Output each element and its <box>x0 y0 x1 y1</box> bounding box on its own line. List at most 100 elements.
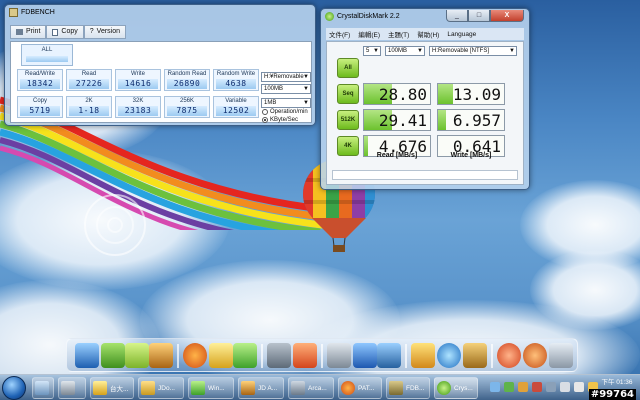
512k-read-value: 29.41 <box>378 111 427 130</box>
firefox-icon[interactable] <box>183 343 207 368</box>
version-button[interactable]: ? Version <box>83 25 127 39</box>
tray-icon[interactable] <box>546 382 556 392</box>
size-value: 100MB <box>388 48 408 54</box>
result-cell-write: Write 14616 <box>115 69 161 91</box>
clock-time: 下午 01:36 <box>601 379 633 386</box>
fox-icon <box>61 381 75 395</box>
fdbench-title-bar[interactable]: FDBENCH <box>9 8 55 17</box>
fdbench-icon <box>389 381 403 395</box>
result-cell-random-write: Random Write 4638 <box>213 69 259 91</box>
seq-write-value: 13.09 <box>452 85 501 104</box>
film-strip-icon[interactable] <box>149 343 173 368</box>
taskbar-item-active[interactable]: Crys... <box>434 377 478 399</box>
checkmark-icon[interactable] <box>411 343 435 368</box>
result-value: 14616 <box>118 79 158 89</box>
cdm-title-bar[interactable]: CrystalDiskMark 2.2 <box>325 12 400 21</box>
c-app-icon[interactable] <box>523 343 547 368</box>
test-size-select[interactable]: 100MB ▼ <box>385 46 425 56</box>
print-button[interactable]: Print <box>10 25 47 39</box>
radio-selected-icon <box>262 117 268 123</box>
seq-read-value: 28.80 <box>378 85 427 104</box>
taskbar-item[interactable]: Win... <box>188 377 234 399</box>
taskbar: 台大... JDo... Win... JD A... Arca... PAT.… <box>0 374 640 400</box>
copy-icon <box>52 28 59 36</box>
result-cell-32k: 32K 23183 <box>115 96 161 118</box>
music-note-icon[interactable] <box>125 343 149 368</box>
tray-icon[interactable] <box>532 382 542 392</box>
4k-button[interactable]: 4K <box>337 136 359 156</box>
taskbar-item-label: JD A... <box>258 384 278 392</box>
fox-icon[interactable] <box>327 343 351 368</box>
menu-help[interactable]: 幫助(H) <box>417 29 439 39</box>
recycle-bin-icon[interactable] <box>549 343 573 368</box>
browser-icon[interactable] <box>497 343 521 368</box>
radio-label: Operation/min <box>270 109 308 115</box>
matlab-icon[interactable] <box>293 343 317 368</box>
app-icon <box>241 381 255 395</box>
result-label: 256K <box>179 98 194 104</box>
seq-write-bar <box>438 84 453 104</box>
drive-select[interactable]: H:¥Removable ▼ <box>261 72 311 82</box>
msn-icon[interactable] <box>233 343 257 368</box>
dock-separator <box>491 344 493 368</box>
minimize-button[interactable]: _ <box>446 10 468 22</box>
size-select[interactable]: 100MB ▼ <box>261 84 311 94</box>
window-caption-buttons: _ □ X <box>446 10 524 22</box>
start-button[interactable] <box>2 376 26 400</box>
taskbar-item[interactable]: FDB... <box>386 377 430 399</box>
taskbar-item[interactable]: PAT... <box>338 377 382 399</box>
menu-theme[interactable]: 主題(T) <box>388 29 409 39</box>
menu-language[interactable]: Language <box>447 31 476 38</box>
result-label: 2K <box>85 98 93 104</box>
lightning-icon[interactable] <box>437 343 461 368</box>
result-label: Random Write <box>216 71 256 77</box>
maximize-button[interactable]: □ <box>468 10 490 22</box>
show-desktop-button[interactable] <box>32 377 54 399</box>
taskbar-item[interactable]: 台大... <box>90 377 134 399</box>
radio-kbyte-sec[interactable]: KByte/Sec <box>262 117 298 123</box>
pencil-icon[interactable] <box>463 343 487 368</box>
notebook-icon[interactable] <box>101 343 125 368</box>
m-app-icon[interactable] <box>267 343 291 368</box>
block-size-select[interactable]: 1MB ▼ <box>261 98 311 108</box>
tray-icon[interactable] <box>518 382 528 392</box>
fdbench-results-panel: ALL Read/Write 18342 Read 27226 Write 14… <box>10 41 312 123</box>
taskbar-item[interactable]: Arca... <box>288 377 334 399</box>
result-value: 27226 <box>69 79 109 89</box>
menu-file[interactable]: 文件(F) <box>329 29 350 39</box>
read-column-header: Read [MB/s] <box>376 152 418 159</box>
tray-icon[interactable] <box>504 382 514 392</box>
taskbar-item[interactable]: JDo... <box>138 377 184 399</box>
tray-icon[interactable] <box>490 382 500 392</box>
clock[interactable]: 下午 01:36 <box>600 379 634 387</box>
crystaldiskmark-window: CrystalDiskMark 2.2 _ □ X 文件(F) 編輯(E) 主題… <box>320 8 530 190</box>
volume-icon[interactable] <box>560 382 570 392</box>
chevron-down-icon: ▼ <box>509 48 515 54</box>
d-app-icon[interactable] <box>353 343 377 368</box>
512k-button[interactable]: 512K <box>337 110 359 130</box>
menu-edit[interactable]: 編輯(E) <box>358 29 380 39</box>
radio-operation-min[interactable]: Operation/min <box>262 109 308 115</box>
fdbench-all-button[interactable]: ALL <box>21 44 73 66</box>
block-select-value: 1MB <box>264 100 277 106</box>
window-title: CrystalDiskMark 2.2 <box>337 13 400 20</box>
drive-select[interactable]: H:Removable [NTFS] ▼ <box>429 46 517 56</box>
close-button[interactable]: X <box>490 10 524 22</box>
network-icon[interactable] <box>574 382 584 392</box>
all-button[interactable]: All <box>337 58 359 78</box>
remote-desktop-icon[interactable] <box>377 343 401 368</box>
runs-select[interactable]: 5 ▼ <box>363 46 381 56</box>
taskbar-item[interactable]: JD A... <box>238 377 284 399</box>
copy-button[interactable]: Copy <box>46 25 84 39</box>
seq-button[interactable]: Seq <box>337 84 359 104</box>
chevron-down-icon: ▼ <box>303 86 309 92</box>
chevron-down-icon: ▼ <box>303 100 309 106</box>
quicklaunch-fox[interactable] <box>58 377 86 399</box>
swirl-decoration <box>84 194 146 256</box>
result-label: Copy <box>32 98 47 104</box>
app-icon <box>93 381 107 395</box>
messenger-icon[interactable] <box>209 343 233 368</box>
monitor-icon[interactable] <box>75 343 99 368</box>
taskbar-item-label: JDo... <box>158 384 175 392</box>
version-label: Version <box>96 28 121 35</box>
